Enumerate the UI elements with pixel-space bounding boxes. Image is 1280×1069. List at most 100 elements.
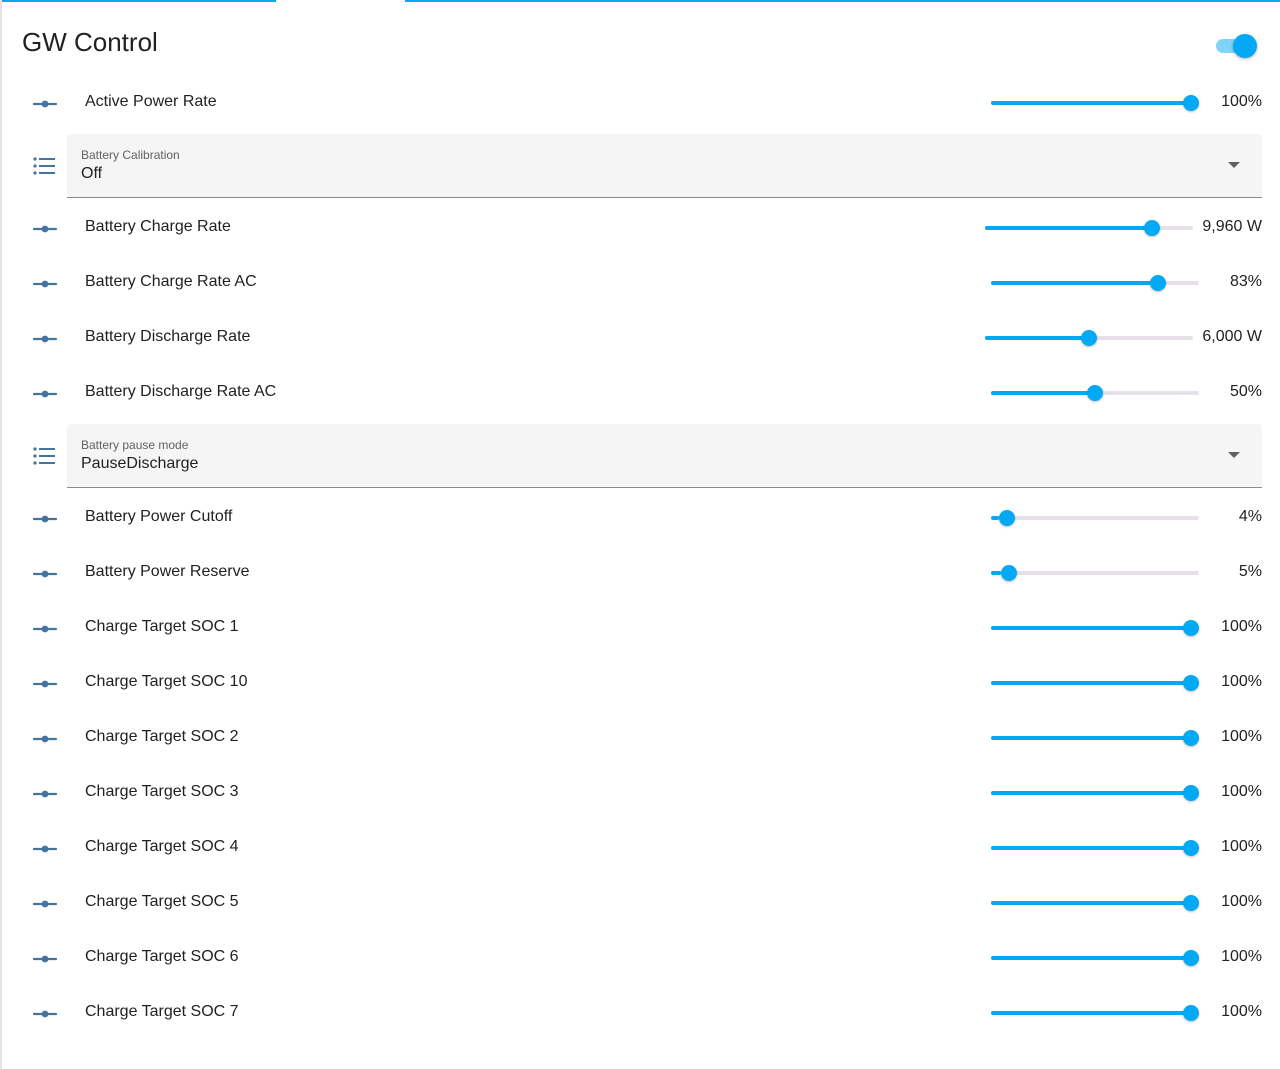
slider-thumb[interactable]: [1150, 275, 1167, 291]
row-label: Charge Target SOC 4: [85, 838, 239, 855]
row-label: Battery Discharge Rate: [85, 328, 251, 345]
value-slider[interactable]: [991, 92, 1199, 114]
slider-fill: [991, 681, 1199, 685]
card-title: GW Control: [22, 27, 158, 57]
value-slider[interactable]: [991, 672, 1199, 694]
row-value: 100%: [1221, 838, 1262, 855]
row-label: Battery Discharge Rate AC: [85, 383, 277, 400]
row-value: 100%: [1221, 93, 1262, 110]
slider-icon: [32, 842, 58, 854]
slider-thumb[interactable]: [1087, 385, 1103, 401]
slider-row: Battery Discharge Rate AC 50%: [2, 365, 1280, 420]
row-value: 100%: [1221, 783, 1262, 800]
value-slider[interactable]: [991, 617, 1199, 639]
row-label: Battery Power Cutoff: [85, 508, 233, 525]
select-row: Battery pause mode PauseDischarge: [2, 424, 1280, 490]
slider-rail: [991, 571, 1199, 575]
slider-icon: [32, 787, 58, 799]
select-dropdown[interactable]: Battery pause mode PauseDischarge: [67, 424, 1262, 488]
select-label: Battery Calibration: [81, 148, 180, 162]
dropdown-arrow-icon: [1228, 452, 1240, 458]
row-value: 100%: [1221, 673, 1262, 690]
slider-thumb[interactable]: [1144, 220, 1161, 236]
slider-fill: [991, 846, 1199, 850]
value-slider[interactable]: [991, 727, 1199, 749]
slider-row: Battery Charge Rate AC 83%: [2, 255, 1280, 310]
select-value: Off: [81, 165, 103, 182]
slider-icon: [32, 97, 58, 109]
slider-row: Active Power Rate 100%: [2, 75, 1280, 130]
row-value: 5%: [1238, 563, 1262, 580]
row-value: 83%: [1229, 273, 1262, 290]
value-slider[interactable]: [991, 892, 1199, 914]
row-label: Battery Power Reserve: [85, 563, 250, 580]
slider-row: Charge Target SOC 6 100%: [2, 930, 1280, 985]
slider-row: Charge Target SOC 5 100%: [2, 875, 1280, 930]
row-label: Battery Charge Rate AC: [85, 273, 257, 290]
row-value: 9,960 W: [1202, 218, 1262, 235]
select-dropdown[interactable]: Battery Calibration Off: [67, 134, 1262, 198]
slider-fill: [991, 281, 1164, 285]
slider-fill: [991, 901, 1199, 905]
slider-icon: [32, 1007, 58, 1019]
row-label: Charge Target SOC 7: [85, 1003, 239, 1020]
slider-icon: [32, 387, 58, 399]
row-label: Charge Target SOC 6: [85, 948, 239, 965]
slider-thumb[interactable]: [1183, 950, 1199, 966]
slider-row: Battery Power Cutoff 4%: [2, 490, 1280, 545]
slider-icon: [32, 332, 58, 344]
slider-icon: [32, 897, 58, 909]
slider-thumb[interactable]: [1183, 785, 1199, 801]
slider-thumb[interactable]: [998, 510, 1015, 526]
slider-thumb[interactable]: [1183, 895, 1199, 911]
slider-icon: [32, 622, 58, 634]
slider-thumb[interactable]: [1183, 840, 1199, 856]
card-header-toggle[interactable]: [1214, 32, 1260, 60]
slider-thumb[interactable]: [1000, 565, 1017, 581]
toggle-thumb: [1233, 34, 1257, 58]
slider-icon: [32, 512, 58, 524]
row-value: 100%: [1221, 618, 1262, 635]
slider-row: Charge Target SOC 7 100%: [2, 985, 1280, 1040]
list-icon: [32, 446, 56, 466]
row-label: Charge Target SOC 10: [85, 673, 248, 690]
slider-fill: [991, 571, 1002, 575]
slider-fill: [991, 791, 1199, 795]
slider-thumb[interactable]: [1183, 730, 1199, 746]
slider-icon: [32, 732, 58, 744]
value-slider[interactable]: [991, 782, 1199, 804]
slider-thumb[interactable]: [1183, 675, 1199, 691]
slider-row: Charge Target SOC 2 100%: [2, 710, 1280, 765]
slider-thumb[interactable]: [1081, 330, 1097, 346]
slider-fill: [991, 101, 1199, 105]
slider-thumb[interactable]: [1183, 95, 1199, 111]
slider-thumb[interactable]: [1183, 1005, 1199, 1021]
value-slider[interactable]: [991, 507, 1199, 529]
entities-card: GW Control Active Power Rate 100% Battery …: [2, 2, 1280, 1069]
value-slider[interactable]: [991, 562, 1199, 584]
slider-row: Battery Discharge Rate 6,000 W: [2, 310, 1280, 365]
row-label: Charge Target SOC 2: [85, 728, 239, 745]
value-slider[interactable]: [985, 217, 1193, 239]
slider-fill: [991, 626, 1199, 630]
dropdown-arrow-icon: [1228, 162, 1240, 168]
slider-thumb[interactable]: [1183, 620, 1199, 636]
row-value: 6,000 W: [1202, 328, 1262, 345]
slider-fill: [991, 956, 1199, 960]
row-label: Charge Target SOC 5: [85, 893, 239, 910]
value-slider[interactable]: [991, 947, 1199, 969]
row-value: 100%: [1221, 728, 1262, 745]
value-slider[interactable]: [991, 1002, 1199, 1024]
slider-icon: [32, 952, 58, 964]
value-slider[interactable]: [991, 837, 1199, 859]
row-label: Battery Charge Rate: [85, 218, 231, 235]
value-slider[interactable]: [985, 327, 1193, 349]
slider-row: Battery Charge Rate 9,960 W: [2, 200, 1280, 255]
row-value: 4%: [1238, 508, 1262, 525]
slider-fill: [991, 391, 1095, 395]
value-slider[interactable]: [991, 272, 1199, 294]
row-value: 100%: [1221, 893, 1262, 910]
row-value: 50%: [1229, 383, 1262, 400]
slider-icon: [32, 567, 58, 579]
value-slider[interactable]: [991, 382, 1199, 404]
